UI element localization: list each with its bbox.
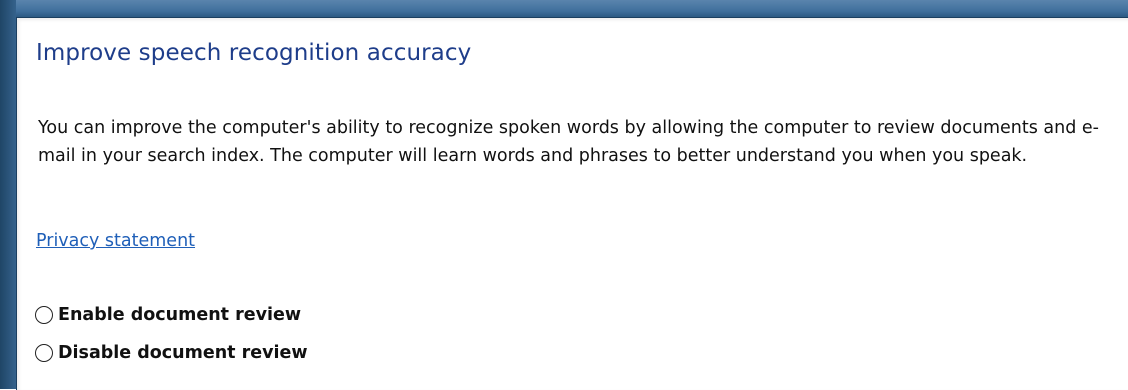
enable-document-review-label: Enable document review: [58, 305, 302, 325]
enable-document-review-radio[interactable]: [35, 306, 53, 324]
disable-document-review-label: Disable document review: [58, 343, 308, 363]
privacy-statement-link[interactable]: Privacy statement: [36, 231, 195, 251]
window-frame-left: [0, 0, 16, 389]
content-panel: Improve speech recognition accuracy You …: [16, 17, 1128, 390]
disable-document-review-option[interactable]: Disable document review: [35, 343, 308, 363]
window-frame-top: [0, 0, 1128, 16]
description-text: You can improve the computer's ability t…: [38, 118, 1099, 166]
disable-document-review-radio[interactable]: [35, 344, 53, 362]
enable-document-review-option[interactable]: Enable document review: [35, 305, 301, 325]
page-title: Improve speech recognition accuracy: [36, 40, 472, 66]
